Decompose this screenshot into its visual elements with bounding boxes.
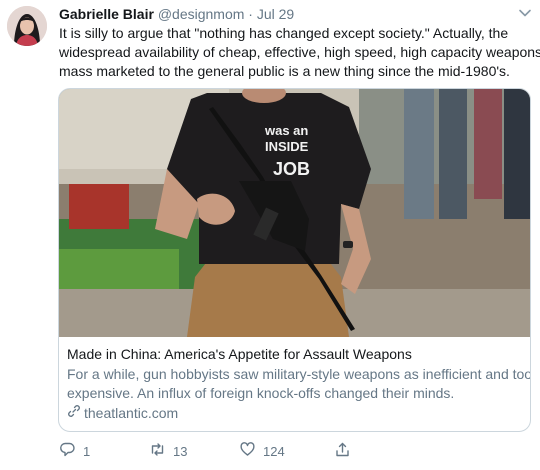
share-button[interactable] xyxy=(334,441,351,461)
card-description-line: expensive. An influx of foreign knock-of… xyxy=(67,385,455,401)
card-description-line: For a while, gun hobbyists saw military-… xyxy=(67,366,531,382)
card-body: Made in China: America's Appetite for As… xyxy=(67,345,531,423)
author-name[interactable]: Gabrielle Blair xyxy=(59,6,154,22)
like-button[interactable]: 124 xyxy=(239,441,334,461)
shirt-text: JOB xyxy=(273,159,310,179)
header-separator: · xyxy=(248,6,253,22)
avatar-image xyxy=(7,6,47,46)
like-icon xyxy=(239,441,256,461)
card-domain-text: theatlantic.com xyxy=(84,405,179,421)
tweet-actions: 1 13 124 xyxy=(59,441,351,461)
chevron-down-icon[interactable] xyxy=(518,6,532,20)
link-icon xyxy=(67,404,81,423)
card-image: was an INSIDE JOB xyxy=(59,89,530,337)
card-description: For a while, gun hobbyists saw military-… xyxy=(67,365,531,403)
shirt-text: INSIDE xyxy=(265,139,309,154)
card-title[interactable]: Made in China: America's Appetite for As… xyxy=(67,345,522,364)
tweet-text-line: widespread availability of cheap, effect… xyxy=(59,44,540,60)
tweet-date[interactable]: Jul 29 xyxy=(257,6,294,22)
avatar[interactable] xyxy=(7,6,47,46)
retweet-button[interactable]: 13 xyxy=(149,441,239,461)
retweet-icon xyxy=(149,441,166,461)
tweet-text-line: It is silly to argue that "nothing has c… xyxy=(59,25,509,41)
like-count: 124 xyxy=(263,443,285,459)
share-icon xyxy=(334,441,351,461)
author-handle[interactable]: @designmom xyxy=(158,6,245,22)
tweet[interactable]: Gabrielle Blair @designmom · Jul 29 It i… xyxy=(0,0,540,470)
shirt-text: was an xyxy=(264,123,308,138)
reply-icon xyxy=(59,441,76,461)
retweet-count: 13 xyxy=(173,443,188,459)
reply-button[interactable]: 1 xyxy=(59,441,149,461)
link-card[interactable]: was an INSIDE JOB Made in China: America… xyxy=(58,88,531,432)
reply-count: 1 xyxy=(83,443,91,459)
card-domain[interactable]: theatlantic.com xyxy=(67,404,522,423)
tweet-text: It is silly to argue that "nothing has c… xyxy=(59,24,540,81)
tweet-header: Gabrielle Blair @designmom · Jul 29 xyxy=(59,5,294,23)
tweet-text-line: mass marketed to the general public is a… xyxy=(59,63,510,79)
